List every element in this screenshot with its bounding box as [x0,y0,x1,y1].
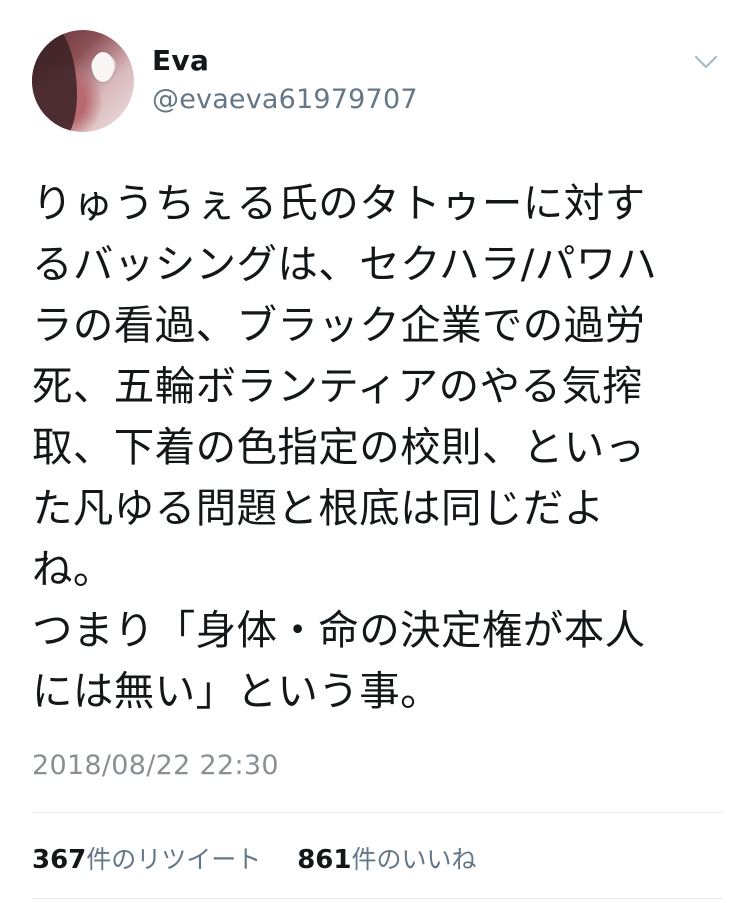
avatar[interactable] [32,30,134,132]
retweets-label: 件のリツイート [86,845,262,874]
retweets-stat[interactable]: 367件のリツイート [32,845,269,875]
divider [32,898,722,899]
tweet-detail: Eva @evaeva61979707 りゅうちぇる氏のタトゥーに対す るバッシ… [0,0,750,903]
tweet-text: りゅうちぇる氏のタトゥーに対す るバッシングは、セクハラ/パワハ ラの看過、ブラ… [32,179,658,715]
likes-label: 件のいいね [351,845,477,874]
avatar-earring-shape [92,52,114,82]
engagement-stats: 367件のリツイート 861件のいいね [32,840,477,876]
chevron-down-icon[interactable] [692,52,720,72]
divider [32,812,722,813]
avatar-hair-shape [32,30,77,132]
likes-count: 861 [297,845,352,875]
author-handle[interactable]: @evaeva61979707 [152,84,418,115]
likes-stat[interactable]: 861件のいいね [297,845,477,875]
retweets-count: 367 [32,845,87,875]
tweet-timestamp: 2018/08/22 22:30 [32,750,279,781]
author-name[interactable]: Eva [152,44,209,77]
